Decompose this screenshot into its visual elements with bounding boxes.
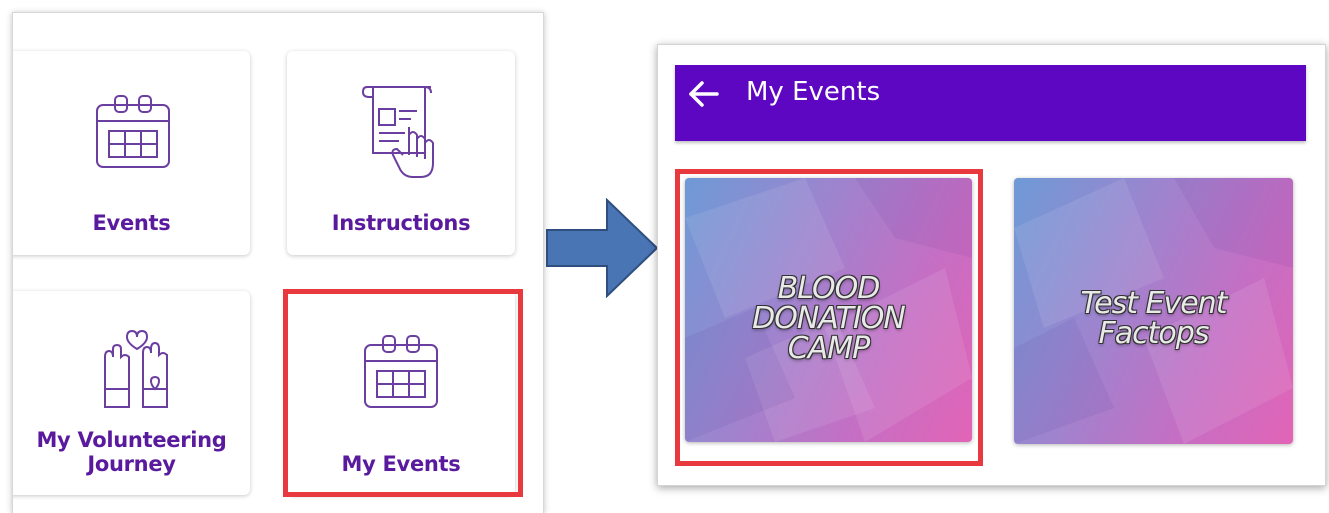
tile-instructions[interactable]: Instructions	[287, 51, 515, 255]
tile-my-volunteering-journey[interactable]: My Volunteering Journey	[13, 291, 250, 495]
tile-my-events-label: My Events	[341, 452, 461, 476]
my-events-screen: My Events BLOOD DONATION CAMP Test Event…	[657, 44, 1326, 486]
tile-my-volunteering-journey-label: My Volunteering Journey	[13, 428, 250, 476]
tile-label-line1: My Volunteering	[36, 428, 227, 452]
calendar-icon	[364, 335, 438, 408]
tile-events-label: Events	[92, 211, 171, 235]
event-title: BLOOD DONATION CAMP	[685, 274, 972, 364]
event-title-line: Factops	[1098, 316, 1210, 351]
page-title: My Events	[746, 77, 881, 107]
tile-my-events[interactable]: My Events	[287, 291, 515, 495]
tile-events[interactable]: Events	[13, 51, 250, 255]
document-tap-icon	[361, 86, 434, 178]
event-title-line: BLOOD	[777, 271, 881, 306]
app-header: My Events	[675, 65, 1306, 141]
event-title-line: DONATION	[752, 301, 906, 336]
event-title: Test Event Factops	[1014, 289, 1293, 349]
event-title-line: Test Event	[1080, 286, 1228, 321]
event-title-line: CAMP	[787, 331, 870, 366]
home-menu-screen: Events Instructions My Volunteering Jour…	[12, 12, 544, 513]
event-card-blood-donation-camp[interactable]: BLOOD DONATION CAMP	[685, 178, 972, 442]
tile-instructions-label: Instructions	[331, 211, 471, 235]
calendar-icon	[96, 95, 170, 168]
tile-label-line2: Journey	[87, 452, 176, 476]
arrow-left-icon[interactable]	[687, 79, 721, 109]
event-card-test-event-factops[interactable]: Test Event Factops	[1014, 178, 1293, 444]
arrow-right-icon	[546, 198, 659, 298]
volunteer-hands-icon	[104, 329, 168, 408]
